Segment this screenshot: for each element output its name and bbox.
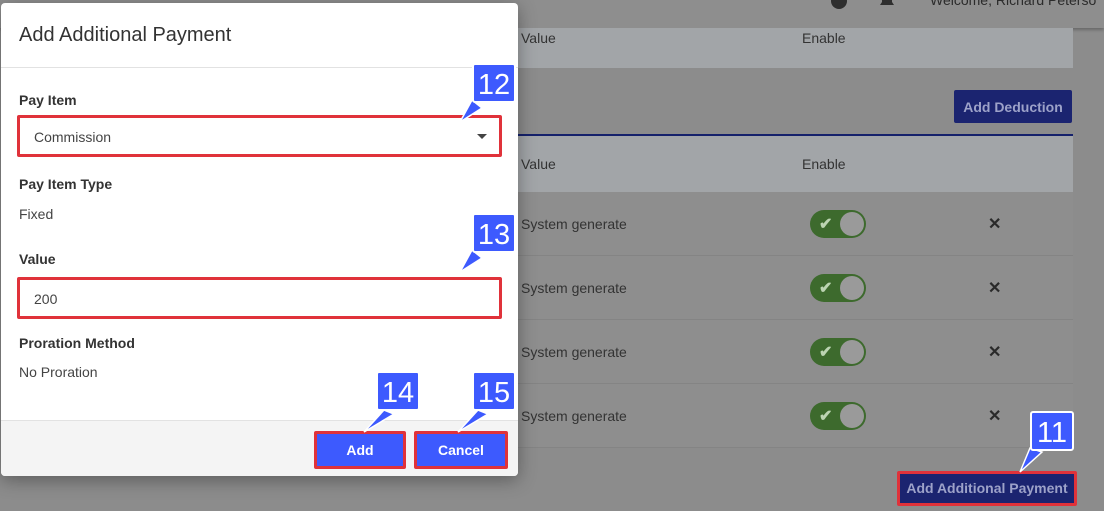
value-input-text: 200	[34, 291, 58, 307]
proration-method-value: No Proration	[19, 364, 98, 380]
callout-14: 14	[376, 371, 420, 411]
value-input[interactable]: 200	[17, 277, 502, 319]
enable-toggle[interactable]: ✔	[810, 338, 866, 366]
delete-icon[interactable]: ✕	[988, 342, 1001, 362]
row-value: System generate	[521, 344, 627, 360]
welcome-text[interactable]: Welcome, Richard Peterso	[930, 0, 1096, 8]
enable-toggle[interactable]: ✔	[810, 210, 866, 238]
dropdown-caret-icon	[477, 134, 487, 139]
column-header-value: Value	[521, 156, 556, 172]
modal-footer: Add Cancel	[1, 420, 518, 476]
value-label: Value	[19, 251, 56, 267]
add-button[interactable]: Add	[314, 431, 406, 469]
delete-icon[interactable]: ✕	[988, 406, 1001, 426]
proration-method-label: Proration Method	[19, 335, 135, 351]
callout-13: 13	[472, 213, 516, 253]
enable-toggle[interactable]: ✔	[810, 402, 866, 430]
check-icon: ✔	[819, 280, 833, 297]
row-value: System generate	[521, 408, 627, 424]
callout-12: 12	[472, 63, 516, 103]
delete-icon[interactable]: ✕	[988, 214, 1001, 234]
modal-divider	[1, 67, 518, 68]
add-additional-payment-button[interactable]: Add Additional Payment	[897, 471, 1077, 506]
enable-toggle[interactable]: ✔	[810, 274, 866, 302]
pay-item-select[interactable]: Commission	[17, 115, 502, 157]
callout-11: 11	[1030, 411, 1074, 451]
row-value: System generate	[521, 216, 627, 232]
add-additional-payment-modal: Add Additional Payment Pay Item Commissi…	[1, 3, 518, 476]
row-value: System generate	[521, 280, 627, 296]
check-icon: ✔	[819, 344, 833, 361]
notification-bell-icon[interactable]	[878, 0, 896, 8]
modal-title: Add Additional Payment	[19, 24, 232, 46]
pay-item-label: Pay Item	[19, 92, 77, 108]
cancel-button[interactable]: Cancel	[414, 431, 508, 469]
pay-item-selected-value: Commission	[34, 129, 112, 145]
pay-item-type-value: Fixed	[19, 206, 54, 222]
pay-item-type-label: Pay Item Type	[19, 176, 113, 192]
column-header-enable: Enable	[802, 30, 846, 46]
help-icon[interactable]	[831, 0, 847, 9]
delete-icon[interactable]: ✕	[988, 278, 1001, 298]
check-icon: ✔	[819, 408, 833, 425]
add-deduction-button[interactable]: Add Deduction	[954, 90, 1072, 123]
column-header-enable: Enable	[802, 156, 846, 172]
check-icon: ✔	[819, 216, 833, 233]
callout-15: 15	[472, 371, 516, 411]
column-header-value: Value	[521, 30, 556, 46]
